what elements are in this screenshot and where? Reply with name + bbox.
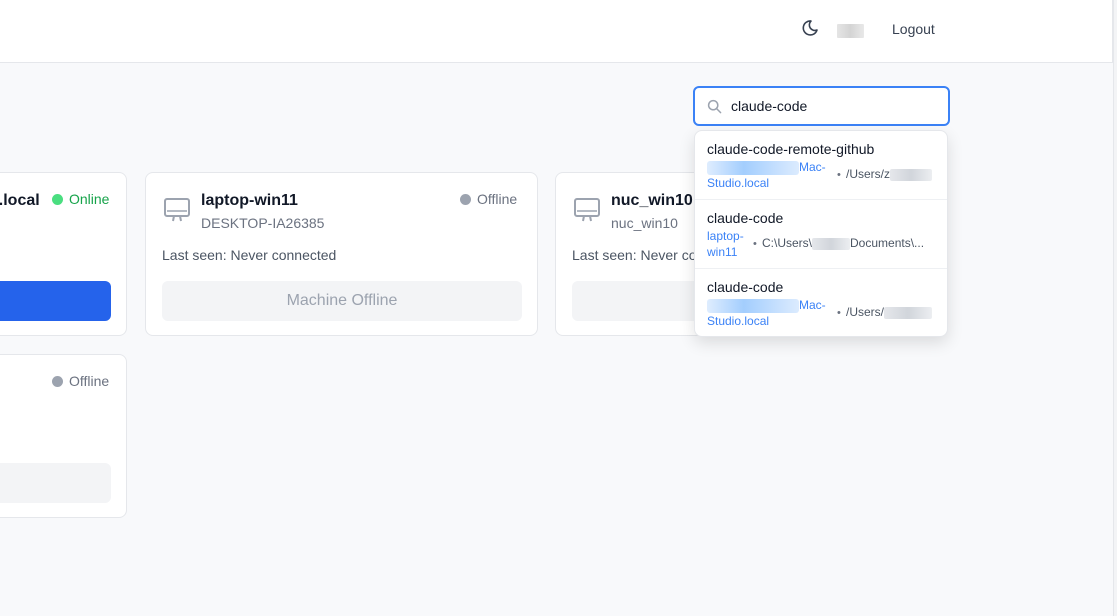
machine-hostname: nuc_win10 (611, 215, 678, 231)
status-label: Online (69, 191, 110, 207)
machine-hostname: DESKTOP-IA26385 (201, 215, 325, 231)
machine-card: nuc_win10 nuc_win10 Last seen: Never co (555, 172, 705, 336)
top-header: Logout (0, 0, 1113, 63)
search-input[interactable] (731, 94, 936, 118)
session-path: /Users/ (846, 305, 933, 319)
session-name: claude-code (707, 210, 784, 226)
session-host: Mac- Studio.local (707, 160, 826, 190)
monitor-icon (164, 198, 190, 222)
separator: • (753, 238, 757, 250)
machine-offline-button[interactable] (0, 463, 111, 503)
machine-title: laptop-win11 (201, 192, 298, 209)
machine-card: o.local al Online (0, 172, 127, 336)
status-label: Offline (69, 373, 110, 389)
machine-title: o.local (0, 192, 40, 209)
machine-title: nuc_win10 (611, 192, 693, 209)
session-name: claude-code (707, 279, 784, 295)
online-dot-icon (52, 193, 63, 205)
search-results-dropdown: claude-code-remote-github Mac- Studio.loc… (694, 130, 948, 337)
redacted-blur (884, 306, 933, 319)
status-badge: Online (52, 191, 109, 207)
session-name: claude-code-remote-github (707, 141, 875, 157)
scrollbar[interactable] (1113, 0, 1117, 616)
machine-card: Offline (0, 354, 127, 518)
session-search (693, 86, 950, 126)
moon-icon[interactable] (800, 18, 820, 38)
separator: • (837, 169, 841, 181)
machine-card: laptop-win11 DESKTOP-IA26385 Offline Las… (145, 172, 538, 336)
session-host: laptop-win11 (707, 229, 744, 259)
search-icon (707, 99, 722, 114)
logout-button[interactable]: Logout (892, 21, 935, 37)
separator: • (837, 307, 841, 319)
last-seen-text: Last seen: Never co (572, 247, 697, 263)
offline-dot-icon (52, 375, 63, 387)
user-name-redacted (837, 24, 864, 38)
search-result-item[interactable]: claude-code-remote-github Mac- Studio.loc… (695, 131, 947, 200)
redacted-blur (812, 237, 851, 250)
redacted-blur (890, 168, 933, 181)
status-badge: Offline (52, 373, 109, 389)
search-result-item[interactable]: claude-code laptop-win11 • C:\Users\ Docu… (695, 200, 947, 269)
session-host: Mac- Studio.local (707, 298, 826, 328)
machine-offline-button[interactable]: Machine Offline (162, 281, 522, 321)
monitor-icon (574, 198, 600, 222)
connect-button[interactable] (0, 281, 111, 321)
redacted-blur (707, 298, 799, 313)
last-seen-text: Last seen: Never connected (162, 247, 337, 263)
status-badge: Offline (460, 191, 517, 207)
status-label: Offline (477, 191, 518, 207)
session-path: C:\Users\ Documents\... (762, 236, 925, 250)
search-result-item[interactable]: claude-code Mac- Studio.local • /Users/ (695, 269, 947, 336)
redacted-blur (707, 160, 799, 175)
offline-dot-icon (460, 193, 471, 205)
machine-offline-button[interactable] (572, 281, 704, 321)
session-path: /Users/z (846, 167, 933, 181)
